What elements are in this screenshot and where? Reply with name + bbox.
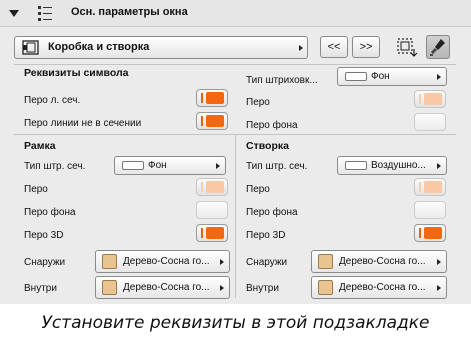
sub-tab-selector[interactable]: Коробка и створка — [14, 36, 308, 59]
next-subtab-button[interactable]: >> — [352, 36, 380, 58]
frame-hatch-type-dropdown[interactable]: Фон — [114, 156, 226, 175]
symbol-bg-pen-label: Перо фона — [246, 120, 298, 131]
resize-frame-icon[interactable] — [395, 35, 419, 59]
dropdown-arrow-icon — [299, 45, 303, 51]
panel-title: Осн. параметры окна — [71, 6, 188, 18]
brush-tool-button[interactable] — [426, 35, 450, 59]
hatch-swatch — [122, 161, 144, 170]
frame-outside-value: Дерево-Сосна го... — [123, 256, 210, 267]
uncut-pen-label: Перо линии не в сечении — [24, 118, 142, 129]
symbol-hatch-type-dropdown[interactable]: Фон — [337, 67, 447, 86]
uncut-pen-control[interactable] — [196, 112, 228, 130]
divider-vertical — [235, 134, 236, 298]
sash-inside-label: Внутри — [246, 283, 279, 294]
window-settings-panel: Осн. параметры окна Коробка и створка <<… — [0, 0, 471, 304]
dropdown-arrow-icon — [216, 163, 220, 169]
sash-pen-label: Перо — [246, 184, 270, 195]
dropdown-arrow-icon — [437, 285, 441, 291]
frame-bg-pen-control[interactable] — [196, 201, 228, 219]
sash-outside-label: Снаружи — [246, 257, 288, 268]
symbol-hatch-type-value: Фон — [371, 71, 390, 82]
hatch-swatch — [345, 161, 367, 170]
sash-pen3d-control[interactable] — [414, 224, 446, 242]
frame-title: Рамка — [24, 140, 56, 152]
frame-outside-material[interactable]: Дерево-Сосна го... — [95, 250, 230, 273]
sash-inside-value: Дерево-Сосна го... — [339, 282, 426, 293]
frame-pen3d-label: Перо 3D — [24, 230, 64, 241]
sub-tab-toolbar: Коробка и створка << >> — [0, 28, 471, 63]
frame-pen-control[interactable] — [196, 178, 228, 196]
dropdown-arrow-icon — [220, 259, 224, 265]
frame-hatch-type-label: Тип штр. сеч. — [24, 161, 86, 172]
cut-pen-label: Перо л. сеч. — [24, 95, 81, 106]
list-settings-icon — [38, 6, 52, 21]
symbol-hatch-type-label: Тип штриховк... — [246, 75, 318, 86]
sash-pen3d-label: Перо 3D — [246, 230, 286, 241]
caption-text: Установите реквизиты в этой подзакладке — [41, 313, 430, 333]
frame-pen3d-control[interactable] — [196, 224, 228, 242]
frame-hatch-type-value: Фон — [148, 160, 167, 171]
paint-brush-icon — [430, 39, 445, 56]
divider-top — [14, 64, 456, 65]
sash-inside-material[interactable]: Дерево-Сосна го... — [311, 276, 447, 299]
symbol-pen-label: Перо — [246, 97, 270, 108]
sash-title: Створка — [246, 140, 289, 152]
dropdown-arrow-icon — [220, 285, 224, 291]
sub-tab-selector-label: Коробка и створка — [48, 41, 150, 53]
frame-inside-value: Дерево-Сосна го... — [123, 282, 210, 293]
sash-hatch-type-dropdown[interactable]: Воздушно... — [337, 156, 447, 175]
hatch-swatch — [345, 72, 367, 81]
cut-pen-control[interactable] — [196, 89, 228, 107]
sash-bg-pen-label: Перо фона — [246, 207, 298, 218]
material-swatch — [318, 254, 333, 269]
frame-sash-icon — [22, 40, 39, 55]
sash-hatch-type-label: Тип штр. сеч. — [246, 161, 308, 172]
material-swatch — [102, 280, 117, 295]
symbol-pen-control[interactable] — [414, 90, 446, 108]
frame-outside-label: Снаружи — [24, 257, 66, 268]
symbol-attrs-title: Реквизиты символа — [24, 67, 129, 79]
dropdown-arrow-icon — [437, 163, 441, 169]
panel-header[interactable]: Осн. параметры окна — [0, 0, 471, 27]
frame-inside-material[interactable]: Дерево-Сосна го... — [95, 276, 230, 299]
dropdown-arrow-icon — [437, 74, 441, 80]
frame-bg-pen-label: Перо фона — [24, 207, 76, 218]
sash-hatch-type-value: Воздушно... — [371, 160, 426, 171]
sash-outside-material[interactable]: Дерево-Сосна го... — [311, 250, 447, 273]
dropdown-arrow-icon — [437, 259, 441, 265]
sash-pen-control[interactable] — [414, 178, 446, 196]
collapse-triangle-icon[interactable] — [9, 10, 19, 17]
frame-pen-label: Перо — [24, 184, 48, 195]
material-swatch — [102, 254, 117, 269]
material-swatch — [318, 280, 333, 295]
frame-inside-label: Внутри — [24, 283, 57, 294]
symbol-bg-pen-control[interactable] — [414, 113, 446, 131]
sash-outside-value: Дерево-Сосна го... — [339, 256, 426, 267]
sash-bg-pen-control[interactable] — [414, 201, 446, 219]
prev-subtab-button[interactable]: << — [320, 36, 348, 58]
